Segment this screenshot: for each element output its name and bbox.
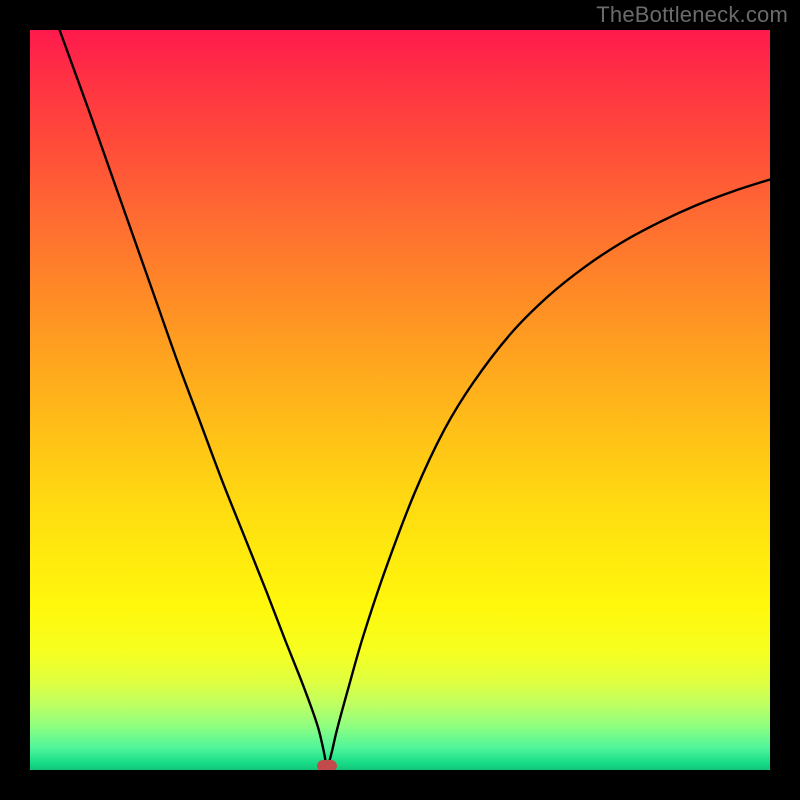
curve-svg	[30, 30, 770, 770]
watermark-text: TheBottleneck.com	[596, 2, 788, 28]
optimal-point-marker	[317, 760, 337, 770]
chart-frame: TheBottleneck.com	[0, 0, 800, 800]
plot-area	[30, 30, 770, 770]
bottleneck-curve	[60, 30, 770, 770]
